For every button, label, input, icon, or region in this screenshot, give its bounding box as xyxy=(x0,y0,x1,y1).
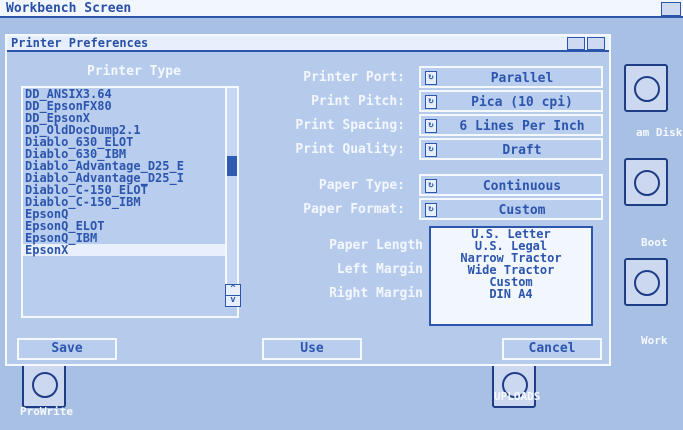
print-quality-label: Print Quality: xyxy=(295,142,405,157)
right-margin-label: Right Margin xyxy=(329,286,423,301)
paper-type-value: Continuous xyxy=(482,179,562,194)
print-pitch-label: Print Pitch: xyxy=(311,94,405,109)
screen-title: Workbench Screen xyxy=(6,1,132,16)
print-spacing-value: 6 Lines Per Inch xyxy=(459,119,585,134)
zoom-gadget[interactable] xyxy=(567,37,585,50)
print-spacing-label: Print Spacing: xyxy=(295,118,405,133)
scroll-down-icon[interactable]: v xyxy=(225,295,241,307)
icon-label-prowrite: ProWrite xyxy=(20,405,73,418)
dropdown-item[interactable]: DIN A4 xyxy=(431,288,591,300)
printer-type-list[interactable]: DD_ANSIX3.64 DD_EpsonFX80 DD_EpsonX DD_O… xyxy=(21,86,239,318)
paper-type-cycle[interactable]: ↻ Continuous xyxy=(419,174,603,196)
disk-icon-ram[interactable] xyxy=(624,64,668,112)
print-spacing-cycle[interactable]: ↻ 6 Lines Per Inch xyxy=(419,114,603,136)
cycle-icon: ↻ xyxy=(425,95,437,109)
paper-format-label: Paper Format: xyxy=(303,202,405,217)
left-margin-label: Left Margin xyxy=(336,262,423,277)
cycle-icon: ↻ xyxy=(425,179,437,193)
disk-icon-work[interactable] xyxy=(624,258,668,306)
paper-length-label: Paper Length xyxy=(329,238,423,253)
print-quality-cycle[interactable]: ↻ Draft xyxy=(419,138,603,160)
depth-gadget[interactable] xyxy=(587,37,605,50)
printer-port-label: Printer Port: xyxy=(303,70,405,85)
use-button[interactable]: Use xyxy=(262,338,362,360)
screen-titlebar: Workbench Screen xyxy=(0,0,683,18)
list-item-selected[interactable]: EpsonX xyxy=(23,244,237,256)
print-pitch-cycle[interactable]: ↻ Pica (10 cpi) xyxy=(419,90,603,112)
cycle-icon: ↻ xyxy=(425,203,437,217)
cycle-icon: ↻ xyxy=(425,143,437,157)
cycle-icon: ↻ xyxy=(425,71,437,85)
list-scrollbar[interactable] xyxy=(225,86,239,300)
cycle-icon: ↻ xyxy=(425,119,437,133)
paper-format-value: Custom xyxy=(498,203,546,218)
app-icon-prowrite[interactable] xyxy=(22,360,66,408)
paper-type-label: Paper Type: xyxy=(318,178,405,193)
disk-icon-boot[interactable] xyxy=(624,158,668,206)
icon-label-ram-disk: am Disk xyxy=(636,126,683,139)
print-quality-value: Draft xyxy=(502,143,542,158)
icon-label-boot: Boot xyxy=(641,236,668,249)
printer-port-cycle[interactable]: ↻ Parallel xyxy=(419,66,603,88)
screen-depth-gadget[interactable] xyxy=(661,2,681,16)
window-titlebar[interactable]: Printer Preferences xyxy=(7,36,609,52)
window-title: Printer Preferences xyxy=(11,36,149,50)
paper-format-dropdown[interactable]: U.S. Letter U.S. Legal Narrow Tractor Wi… xyxy=(429,226,593,326)
printer-type-title: Printer Type xyxy=(87,64,181,79)
print-pitch-value: Pica (10 cpi) xyxy=(471,95,573,110)
cancel-button[interactable]: Cancel xyxy=(502,338,602,360)
icon-label-work: Work xyxy=(641,334,668,347)
save-button[interactable]: Save xyxy=(17,338,117,360)
printer-port-value: Parallel xyxy=(490,71,554,86)
list-scroll-thumb[interactable] xyxy=(227,156,237,176)
icon-label-uploads: UPLOADS xyxy=(494,390,541,403)
paper-format-cycle[interactable]: ↻ Custom xyxy=(419,198,603,220)
